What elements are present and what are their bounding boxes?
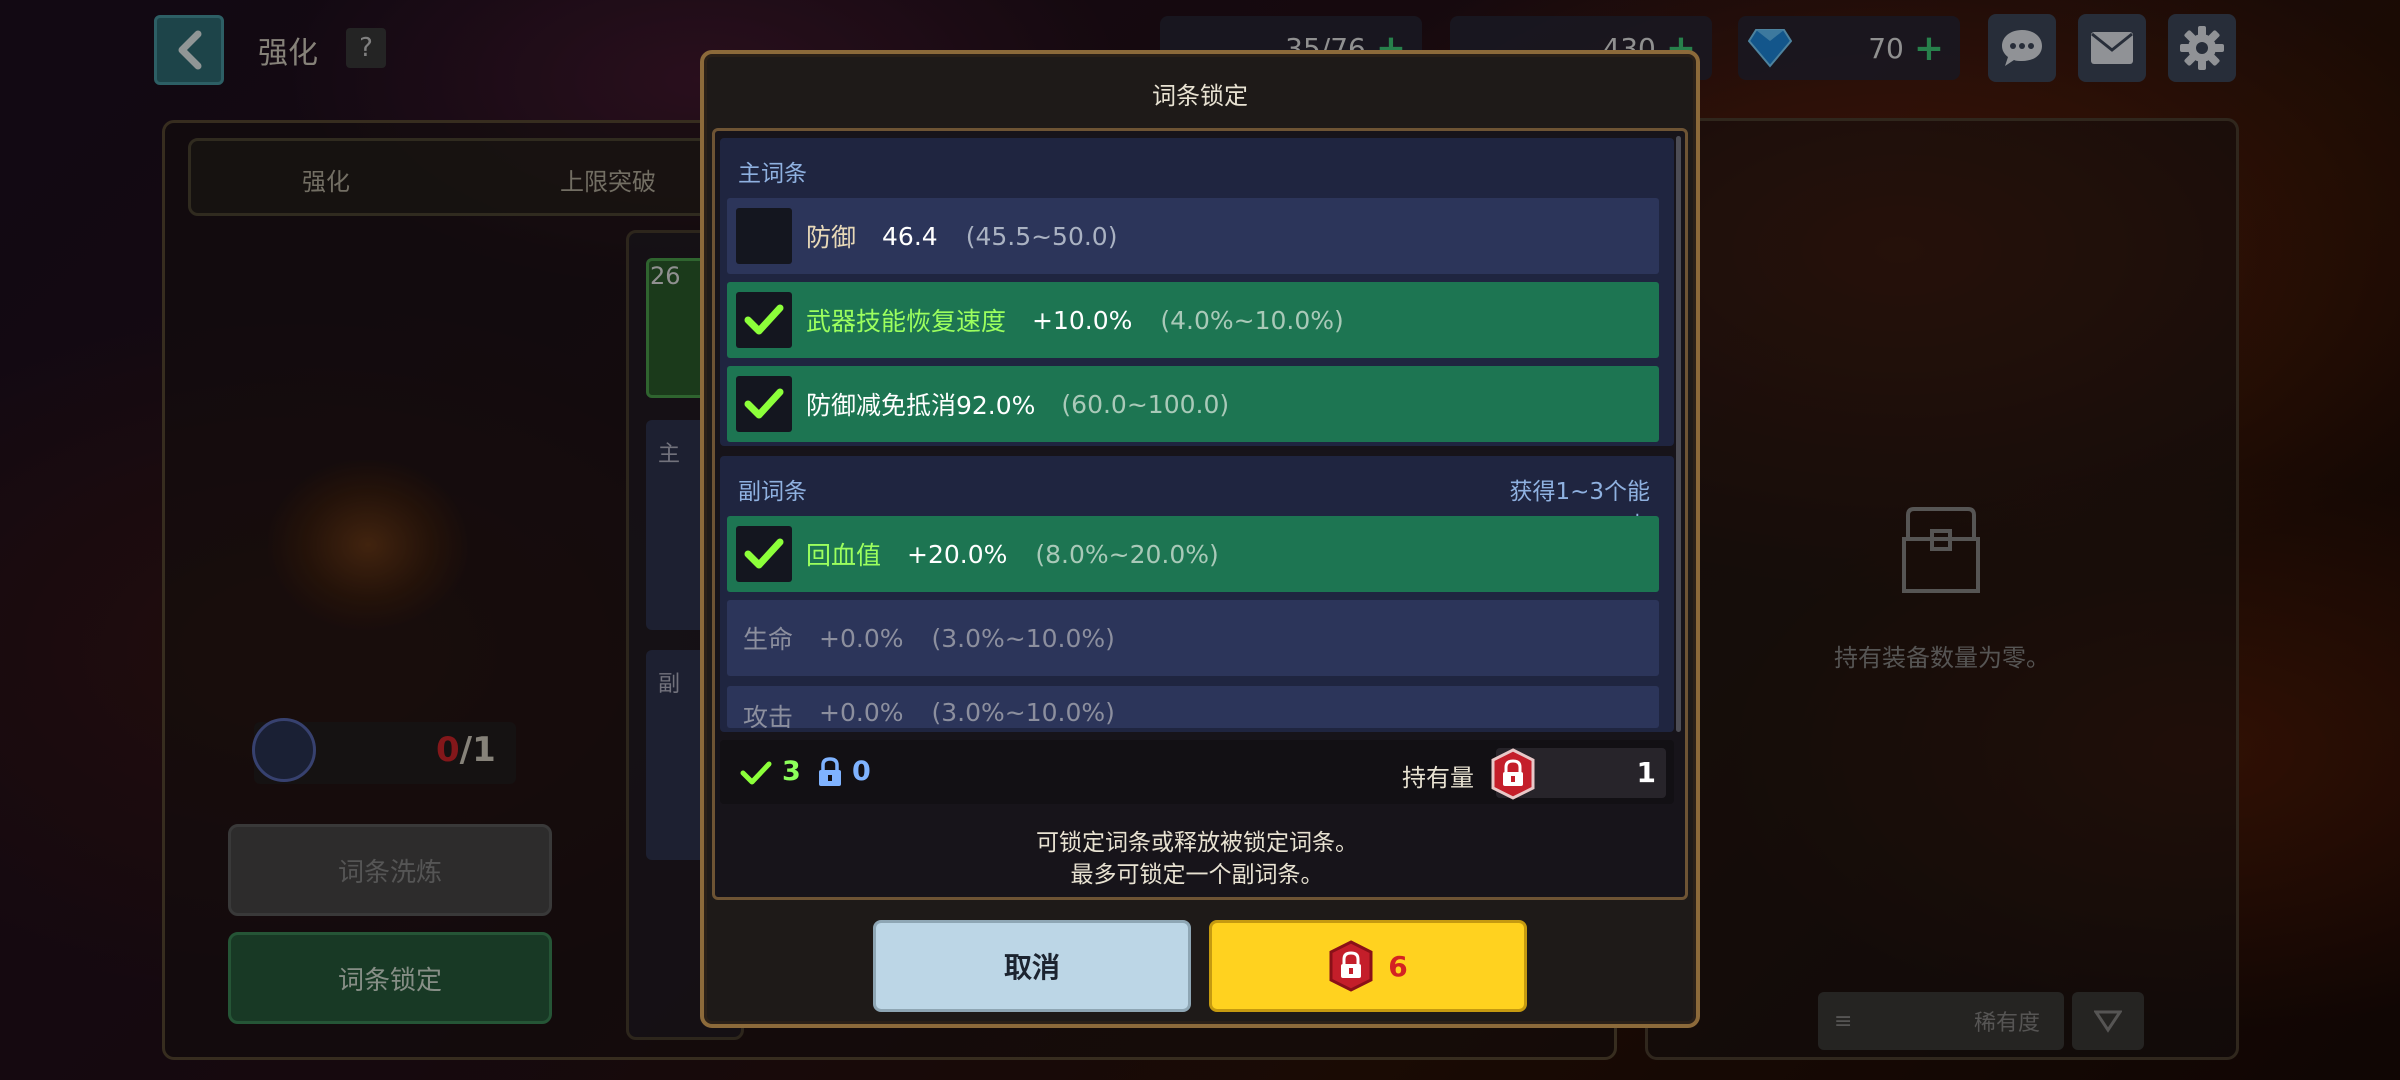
lock-token-icon [1491, 748, 1535, 800]
stat-range: (3.0%~10.0%) [931, 698, 1115, 727]
confirm-cost: 6 [1388, 949, 1408, 983]
main-stat-row-skill-recovery[interactable]: 武器技能恢复速度 +10.0% (4.0%~10.0%) [727, 282, 1659, 358]
cancel-button[interactable]: 取消 [873, 920, 1191, 1012]
sub-stat-row-hp[interactable]: 生命 +0.0% (3.0%~10.0%) [727, 600, 1659, 676]
checked-count: 3 [782, 756, 801, 787]
stat-value: +0.0% [819, 698, 904, 727]
dialog-title: 词条锁定 [1152, 82, 1248, 110]
checkmark-icon [744, 538, 784, 569]
stat-range: (60.0~100.0) [1061, 389, 1230, 419]
main-stats-heading: 主词条 [738, 161, 807, 187]
stat-value: 46.4 [882, 221, 938, 251]
stat-range: (8.0%~20.0%) [1035, 539, 1219, 569]
hint-line-2: 最多可锁定一个副词条。 [1070, 862, 1324, 888]
checkmark-icon [744, 388, 784, 419]
main-stat-row-defense[interactable]: 防御 46.4 (45.5~50.0) [727, 198, 1659, 274]
locked-count: 0 [852, 756, 871, 787]
checkbox[interactable] [736, 208, 792, 264]
checkbox-checked[interactable] [736, 292, 792, 348]
stat-name: 回血值 [806, 541, 882, 570]
stat-value: +0.0% [819, 623, 904, 653]
stat-name: 防御减免抵消92.0% [806, 391, 1036, 420]
stat-range: (45.5~50.0) [965, 221, 1118, 251]
checkbox-checked[interactable] [736, 526, 792, 582]
scrollbar[interactable] [1676, 136, 1681, 732]
lock-token-icon [1329, 940, 1373, 992]
stat-value: +20.0% [907, 539, 1008, 569]
stat-name: 防御 [806, 223, 857, 252]
stat-value: +10.0% [1032, 305, 1133, 335]
stat-range: (3.0%~10.0%) [931, 623, 1115, 653]
stat-name: 武器技能恢复速度 [806, 307, 1007, 336]
stat-name: 生命 [743, 625, 794, 654]
checkbox-checked[interactable] [736, 376, 792, 432]
main-stat-row-defense-penetration[interactable]: 防御减免抵消92.0% (60.0~100.0) [727, 366, 1659, 442]
lock-icon [819, 757, 841, 786]
sub-stat-row-attack[interactable]: 攻击 +0.0% (3.0%~10.0%) [727, 686, 1659, 728]
checkmark-icon [744, 304, 784, 335]
sub-stat-row-hp-recovery[interactable]: 回血值 +20.0% (8.0%~20.0%) [727, 516, 1659, 592]
checkmark-icon [740, 761, 772, 785]
stat-range: (4.0%~10.0%) [1160, 305, 1344, 335]
sub-stats-heading: 副词条 [738, 479, 807, 505]
hint-line-1: 可锁定词条或释放被锁定词条。 [1036, 830, 1358, 856]
holding-label: 持有量 [1402, 764, 1474, 792]
confirm-lock-button[interactable]: 6 [1209, 920, 1527, 1012]
stat-name: 攻击 [743, 703, 794, 728]
holding-value: 1 [1636, 756, 1656, 789]
